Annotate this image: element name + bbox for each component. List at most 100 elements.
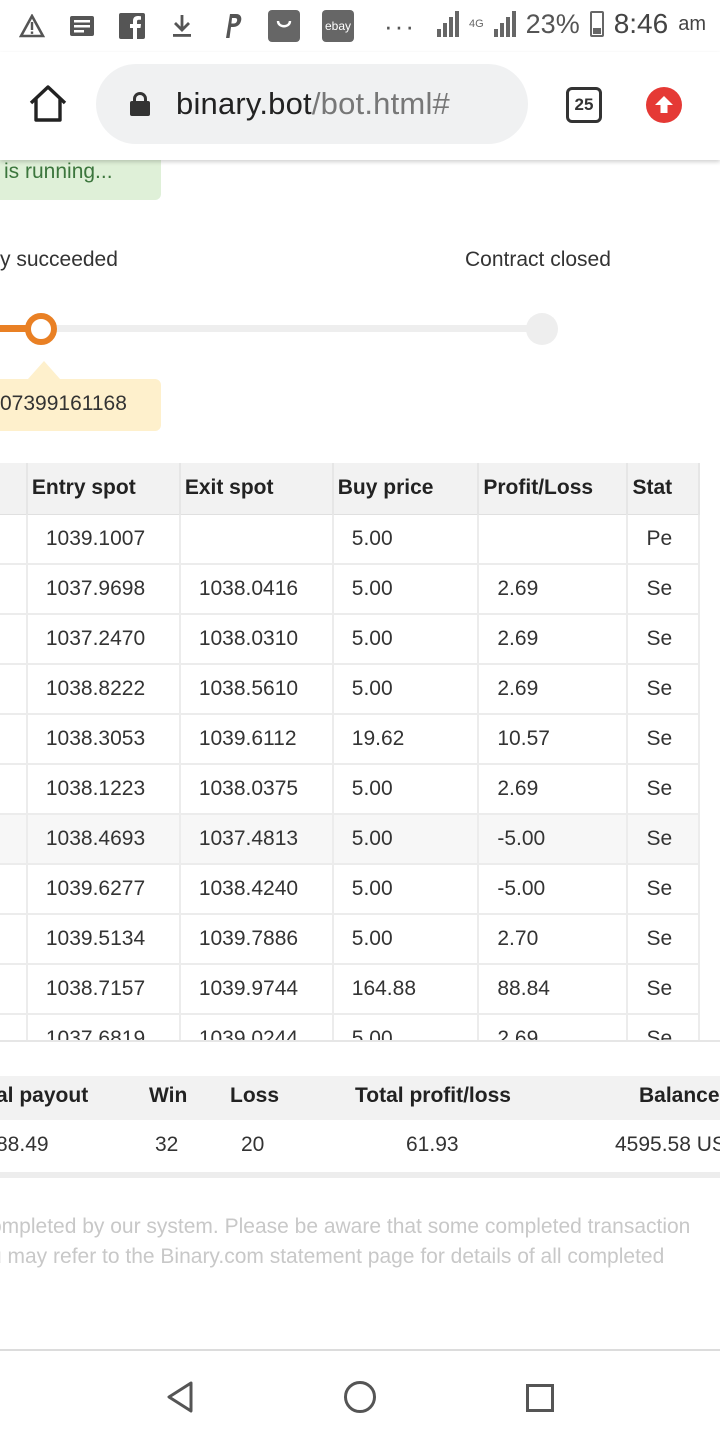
row-spacer-cell (0, 864, 28, 915)
profit-loss-cell: 2.69 (478, 664, 629, 715)
exit-spot-cell: 1037.4813 (179, 814, 334, 865)
profit-loss-cell: 2.69 (478, 764, 629, 815)
network-type: 4G (468, 18, 484, 30)
buy-price-cell: 5.00 (332, 514, 480, 565)
status-cell: Se (627, 914, 700, 965)
summary-header-balance: Balance (639, 1084, 720, 1107)
system-nav-bar (0, 1355, 720, 1440)
profit-loss-cell (478, 514, 629, 565)
signal-icon (436, 11, 459, 37)
buy-price-cell: 5.00 (332, 914, 480, 965)
table-row[interactable]: 1038.1223 1038.0375 5.00 2.69 Se (0, 764, 700, 815)
column-header-entry-spot[interactable]: Entry spot (26, 463, 181, 515)
row-spacer-cell (0, 714, 28, 765)
exit-spot-cell: 1038.5610 (179, 664, 334, 715)
url-path: /bot.html# (311, 86, 450, 121)
progress-step-active (25, 313, 57, 345)
status-cell: Se (627, 964, 700, 1015)
column-header-buy-price[interactable]: Buy price (332, 463, 480, 515)
summary-value-row: 88.49 32 20 61.93 4595.58 US (0, 1120, 720, 1172)
disclaimer-line-1: ompleted by our system. Please be aware … (0, 1215, 691, 1238)
tab-switcher-button[interactable]: 25 (566, 87, 602, 123)
buy-price-cell: 5.00 (332, 814, 480, 865)
table-divider (0, 1040, 720, 1042)
facebook-icon (118, 12, 146, 40)
summary-divider (0, 1172, 720, 1178)
exit-spot-cell: 1039.6112 (179, 714, 334, 765)
update-button[interactable] (646, 87, 682, 123)
buy-price-cell: 19.62 (332, 714, 480, 765)
profit-loss-cell: 2.69 (478, 564, 629, 615)
status-cell: Se (627, 714, 700, 765)
summary-header-loss: Loss (230, 1084, 280, 1107)
table-row[interactable]: 1038.8222 1038.5610 5.00 2.69 Se (0, 664, 700, 715)
battery-icon (589, 11, 604, 37)
entry-spot-cell: 1039.1007 (26, 514, 181, 565)
table-row[interactable]: 1037.2470 1038.0310 5.00 2.69 Se (0, 614, 700, 665)
home-button[interactable] (26, 82, 70, 126)
status-cell: Se (627, 814, 700, 865)
buy-price-cell: 164.88 (332, 964, 480, 1015)
summary-win: 32 (155, 1133, 179, 1156)
url-text[interactable]: binary.bot/bot.html# (176, 86, 450, 122)
disclaimer-line-2: u may refer to the Binary.com statement … (0, 1245, 665, 1268)
address-bar[interactable]: binary.bot/bot.html# (96, 64, 528, 144)
entry-spot-cell: 1038.3053 (26, 714, 181, 765)
summary-header-win: Win (149, 1084, 188, 1107)
buy-price-cell: 5.00 (332, 664, 480, 715)
column-header-status[interactable]: Stat (627, 463, 700, 515)
entry-spot-cell: 1038.1223 (26, 764, 181, 815)
clock-ampm: am (678, 12, 706, 35)
transaction-id-tooltip: 07399161168 (0, 379, 161, 431)
entry-spot-cell: 1039.5134 (26, 914, 181, 965)
signal-icon-2 (493, 11, 516, 37)
summary-total-profit: 61.93 (406, 1133, 459, 1156)
row-spacer-cell (0, 964, 28, 1015)
column-header-profit-loss[interactable]: Profit/Loss (478, 463, 629, 515)
more-notifications-icon: ··· (384, 10, 416, 41)
entry-spot-cell: 1037.2470 (26, 614, 181, 665)
disclaimer-text: ompleted by our system. Please be aware … (0, 1212, 720, 1272)
recents-button[interactable] (526, 1384, 554, 1412)
tooltip-arrow (28, 361, 60, 379)
status-cell: Se (627, 664, 700, 715)
profit-loss-cell: 10.57 (478, 714, 629, 765)
status-cell: Se (627, 864, 700, 915)
page-divider (0, 1349, 720, 1351)
table-row[interactable]: 1037.9698 1038.0416 5.00 2.69 Se (0, 564, 700, 615)
back-button[interactable] (164, 1380, 198, 1414)
exit-spot-cell: 1039.9744 (179, 964, 334, 1015)
table-row[interactable]: 1038.3053 1039.6112 19.62 10.57 Se (0, 714, 700, 765)
table-header-row: Entry spot Exit spot Buy price Profit/Lo… (0, 463, 700, 515)
step-label-purchase: y succeeded (0, 248, 118, 271)
row-spacer-cell (0, 664, 28, 715)
lock-icon (130, 92, 150, 116)
summary-loss: 20 (241, 1133, 265, 1156)
table-row[interactable]: 1037.6819 1039.0244 5.00 2.69 Se (0, 1014, 700, 1041)
shopping-bag-icon (268, 10, 300, 42)
status-cell: Se (627, 614, 700, 665)
table-row[interactable]: 1039.5134 1039.7886 5.00 2.70 Se (0, 914, 700, 965)
column-header-exit-spot[interactable]: Exit spot (179, 463, 334, 515)
buy-price-cell: 5.00 (332, 1014, 480, 1041)
profit-loss-cell: -5.00 (478, 864, 629, 915)
table-row[interactable]: 1039.1007 5.00 Pe (0, 514, 700, 565)
buy-price-cell: 5.00 (332, 764, 480, 815)
buy-price-cell: 5.00 (332, 614, 480, 665)
exit-spot-cell: 1038.0310 (179, 614, 334, 665)
table-row[interactable]: 1038.7157 1039.9744 164.88 88.84 Se (0, 964, 700, 1015)
profit-loss-cell: 2.69 (478, 614, 629, 665)
table-row[interactable]: 1039.6277 1038.4240 5.00 -5.00 Se (0, 864, 700, 915)
entry-spot-cell: 1037.6819 (26, 1014, 181, 1041)
exit-spot-cell: 1038.0416 (179, 564, 334, 615)
exit-spot-cell (179, 514, 334, 565)
profit-loss-cell: -5.00 (478, 814, 629, 865)
table-row[interactable]: 1038.4693 1037.4813 5.00 -5.00 Se (0, 814, 700, 865)
home-icon (29, 85, 67, 122)
transactions-table-container[interactable]: Entry spot Exit spot Buy price Profit/Lo… (0, 463, 720, 1041)
profit-loss-cell: 2.70 (478, 914, 629, 965)
home-nav-button[interactable] (344, 1381, 376, 1413)
summary-table: al payout Win Loss Total profit/loss Bal… (0, 1076, 720, 1178)
entry-spot-cell: 1039.6277 (26, 864, 181, 915)
buy-price-cell: 5.00 (332, 864, 480, 915)
